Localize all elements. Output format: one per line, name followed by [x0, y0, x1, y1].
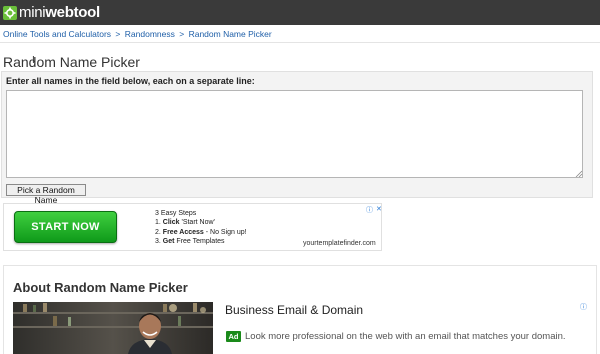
about-title: About Random Name Picker [13, 280, 188, 295]
ad-close-icon[interactable]: ✕ [376, 205, 382, 215]
step-text: - No Sign up! [203, 228, 247, 236]
ad-steps-title: 3 Easy Steps [155, 210, 197, 217]
step-number: 2. [155, 228, 163, 236]
breadcrumb-link-randomness[interactable]: Randomness [125, 29, 175, 39]
divider [0, 42, 600, 43]
start-now-button[interactable]: START NOW [14, 211, 117, 243]
logo-text-light: mini [19, 4, 46, 21]
ad-title[interactable]: Business Email & Domain [225, 303, 363, 317]
ad-description[interactable]: Look more professional on the web with a… [245, 331, 566, 342]
ad-info-icon[interactable]: ⓘ [366, 205, 373, 215]
names-input[interactable] [6, 90, 583, 178]
step-bold: Get [162, 238, 175, 246]
breadcrumb-separator: > [115, 29, 121, 39]
breadcrumb-link-current[interactable]: Random Name Picker [189, 29, 272, 39]
ad-step-2: 2. Free Access - No Sign up! [155, 228, 247, 237]
breadcrumb-link-home[interactable]: Online Tools and Calculators [3, 29, 111, 39]
step-bold: Free Access [162, 228, 204, 236]
step-text: 'Start Now' [179, 219, 215, 227]
ad-url[interactable]: yourtemplatefinder.com [303, 240, 376, 247]
ad-photo[interactable] [13, 302, 213, 354]
logo-text-bold: webtool [45, 4, 100, 21]
gear-icon [3, 5, 17, 20]
ad-step-3: 3. Get Free Templates [155, 237, 247, 246]
step-text: Free Templates [174, 238, 225, 246]
ad-badge: Ad [226, 331, 241, 342]
ad-choices: ⓘ ✕ [366, 205, 382, 215]
step-number: 3. [155, 238, 163, 246]
resize-handle-icon[interactable] [575, 170, 582, 177]
page-title: Random Name Picker [3, 54, 140, 70]
site-logo[interactable]: miniwebtool [3, 3, 100, 22]
pick-random-name-button[interactable]: Pick a Random Name [6, 184, 86, 205]
ad-step-1: 1. Click 'Start Now' [155, 218, 247, 227]
logo-wordmark: miniwebtool [19, 4, 100, 21]
names-field-label: Enter all names in the field below, each… [6, 76, 255, 86]
ad-info-icon[interactable]: ⓘ [580, 302, 587, 312]
step-bold: Click [162, 219, 180, 227]
text-cursor-icon: I [32, 55, 35, 66]
breadcrumb: Online Tools and Calculators > Randomnes… [3, 29, 272, 39]
top-navigation-bar: miniwebtool [0, 0, 600, 25]
step-number: 1. [155, 219, 163, 227]
ad-steps-list: 3 Easy Steps 1. Click 'Start Now' 2. Fre… [155, 209, 247, 247]
ad-photo-image [13, 302, 213, 354]
breadcrumb-separator: > [179, 29, 185, 39]
